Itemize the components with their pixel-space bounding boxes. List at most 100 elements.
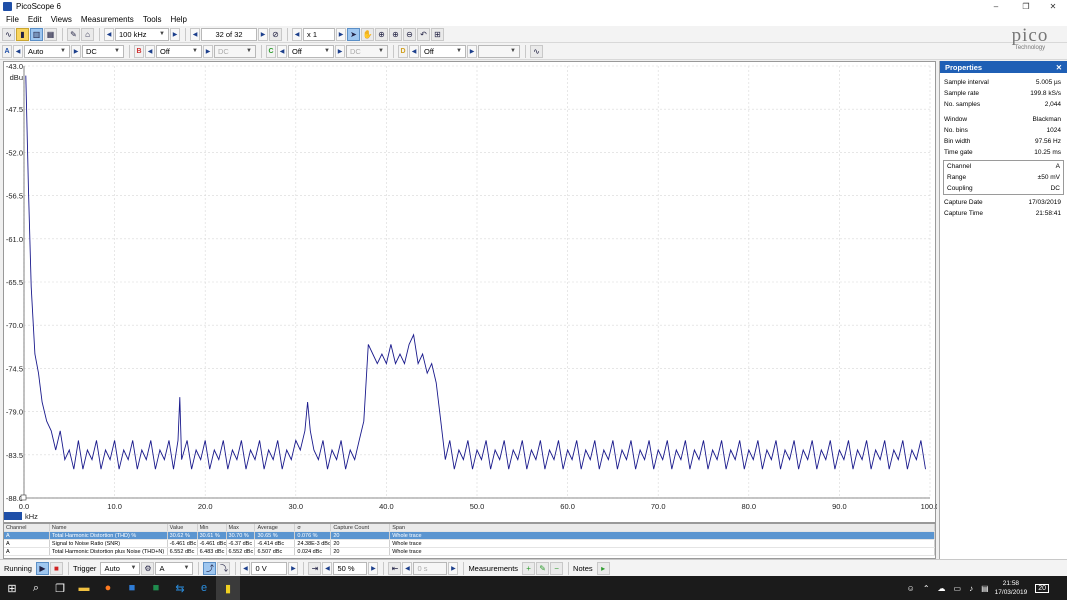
windows-start-icon[interactable]: ⊞ xyxy=(0,576,24,600)
column-header[interactable]: Span xyxy=(390,524,935,531)
column-header[interactable]: Capture Count xyxy=(331,524,391,531)
trigger-level-input[interactable]: 0 V xyxy=(251,561,288,575)
close-properties-icon[interactable]: ✕ xyxy=(1056,63,1062,72)
people-icon[interactable]: ☺ xyxy=(907,584,915,593)
measurement-row[interactable]: A Signal to Noise Ratio (SNR) -6.461 dBc -6… xyxy=(4,540,935,548)
show-hidden-icons-icon[interactable]: ⌃ xyxy=(923,584,930,593)
channel-b-range-select[interactable]: Off ▼ xyxy=(156,44,202,58)
channel-a-range-prev[interactable]: ◀ xyxy=(13,44,23,58)
channel-d-range-select[interactable]: Off ▼ xyxy=(420,44,466,58)
pre-trigger-prev[interactable]: ◀ xyxy=(322,561,333,575)
delay-next[interactable]: ▶ xyxy=(448,561,459,575)
zoom-prev-button[interactable]: ◀ xyxy=(292,27,302,41)
pre-trigger-next[interactable]: ▶ xyxy=(368,561,379,575)
home-icon[interactable]: ⌂ xyxy=(81,27,94,41)
spectrum-chart[interactable]: 0.0 10.0 20.0 30.0 40.0 50.0 60.0 70.0 80.0 90.0 1… xyxy=(4,62,937,524)
buffer-navigator[interactable]: 32 of 32 xyxy=(201,27,257,41)
buffer-prev-button[interactable]: ◀ xyxy=(190,27,200,41)
minimize-button[interactable]: – xyxy=(981,0,1011,13)
scope-mode-icon[interactable]: ∿ xyxy=(2,27,15,41)
edit-measurement-icon[interactable]: ✎ xyxy=(536,561,550,575)
menu-tools[interactable]: Tools xyxy=(143,15,162,24)
undo-zoom-icon[interactable]: ↶ xyxy=(417,27,430,41)
delay-input[interactable]: 0 s xyxy=(413,561,448,575)
column-header[interactable]: σ xyxy=(295,524,332,531)
timebase-select[interactable]: 100 kHz ▼ xyxy=(115,27,169,41)
channel-d-range-next[interactable]: ▶ xyxy=(467,44,477,58)
menu-file[interactable]: File xyxy=(6,15,19,24)
zoom-in-region-icon[interactable]: ⊕ xyxy=(389,27,402,41)
restore-button[interactable]: ❐ xyxy=(1011,0,1041,13)
trigger-channel-select[interactable]: A ▼ xyxy=(155,561,194,575)
channel-c-coupling-select[interactable]: DC ▼ xyxy=(346,44,388,58)
firefox-icon[interactable]: ● xyxy=(96,576,120,600)
measurement-row[interactable]: A Total Harmonic Distortion (THD) % 30.62 … xyxy=(4,532,935,540)
task-view-icon[interactable]: ❐ xyxy=(48,576,72,600)
channel-b-coupling-select[interactable]: DC ▼ xyxy=(214,44,256,58)
probe-icon[interactable]: ✎ xyxy=(67,27,80,41)
battery-icon[interactable]: ▭ xyxy=(954,584,962,593)
pre-trigger-input[interactable]: 50 % xyxy=(333,561,368,575)
buffer-overview-icon[interactable]: ⊘ xyxy=(269,27,282,41)
column-header[interactable]: Name xyxy=(50,524,168,531)
spectrum-mode-icon[interactable]: ▥ xyxy=(30,27,43,41)
channel-c-tag[interactable]: C xyxy=(266,44,276,58)
menu-edit[interactable]: Edit xyxy=(28,15,42,24)
notifications-icon[interactable]: 20 xyxy=(1035,583,1049,593)
volume-icon[interactable]: ♪ xyxy=(969,584,973,593)
spectrum-view[interactable]: 0.0 10.0 20.0 30.0 40.0 50.0 60.0 70.0 80.0 90.0 1… xyxy=(3,61,937,524)
clock[interactable]: 21:58 17/03/2019 xyxy=(995,579,1028,597)
column-header[interactable]: Max xyxy=(227,524,256,531)
channel-a-range-next[interactable]: ▶ xyxy=(71,44,81,58)
start-button[interactable]: ▶ xyxy=(35,561,49,575)
rising-edge-icon[interactable]: ⤴ xyxy=(203,561,217,575)
timebase-next-button[interactable]: ▶ xyxy=(170,27,180,41)
channel-d-range-prev[interactable]: ◀ xyxy=(409,44,419,58)
column-header[interactable]: Value xyxy=(168,524,198,531)
menu-views[interactable]: Views xyxy=(51,15,72,24)
teamviewer-icon[interactable]: ⇆ xyxy=(168,576,192,600)
channel-b-range-prev[interactable]: ◀ xyxy=(145,44,155,58)
channel-b-range-next[interactable]: ▶ xyxy=(203,44,213,58)
zoom-next-button[interactable]: ▶ xyxy=(336,27,346,41)
hand-tool-icon[interactable]: ✋ xyxy=(361,27,374,41)
menu-help[interactable]: Help xyxy=(171,15,187,24)
trigger-settings-icon[interactable]: ⚙ xyxy=(141,561,155,575)
channel-a-tag[interactable]: A xyxy=(2,44,12,58)
math-channels-icon[interactable]: ∿ xyxy=(530,44,543,58)
notes-icon[interactable]: ▸ xyxy=(596,561,610,575)
add-measurement-icon[interactable]: + xyxy=(522,561,536,575)
pointer-tool-icon[interactable]: ➤ xyxy=(347,27,360,41)
excel-icon[interactable]: ■ xyxy=(144,576,168,600)
trigger-mode-select[interactable]: Auto ▼ xyxy=(100,561,141,575)
zoom-in-icon[interactable]: ⊕ xyxy=(375,27,388,41)
stop-button[interactable]: ■ xyxy=(49,561,63,575)
trigger-level-prev[interactable]: ◀ xyxy=(240,561,251,575)
channel-b-tag[interactable]: B xyxy=(134,44,144,58)
channel-a-range-select[interactable]: Auto ▼ xyxy=(24,44,70,58)
persistence-mode-icon[interactable]: ▮ xyxy=(16,27,29,41)
buffer-next-button[interactable]: ▶ xyxy=(258,27,268,41)
serial-decode-icon[interactable]: ▦ xyxy=(44,27,57,41)
timebase-prev-button[interactable]: ◀ xyxy=(104,27,114,41)
zoom-level[interactable]: x 1 xyxy=(303,27,335,41)
language-icon[interactable]: ▤ xyxy=(981,584,989,593)
network-icon[interactable]: ☁ xyxy=(938,584,946,593)
channel-c-range-select[interactable]: Off ▼ xyxy=(288,44,334,58)
delay-prev[interactable]: ◀ xyxy=(402,561,413,575)
picoscope-taskbar-icon[interactable]: ▮ xyxy=(216,576,240,600)
column-header[interactable]: Min xyxy=(198,524,227,531)
file-explorer-icon[interactable]: ▬ xyxy=(72,576,96,600)
search-icon[interactable]: ⌕ xyxy=(24,576,48,600)
outlook-icon[interactable]: ■ xyxy=(120,576,144,600)
delete-measurement-icon[interactable]: − xyxy=(550,561,564,575)
trigger-level-next[interactable]: ▶ xyxy=(288,561,299,575)
channel-c-range-next[interactable]: ▶ xyxy=(335,44,345,58)
zoom-out-icon[interactable]: ⊖ xyxy=(403,27,416,41)
close-button[interactable]: ✕ xyxy=(1038,0,1067,13)
column-header[interactable]: Average xyxy=(255,524,296,531)
menu-measurements[interactable]: Measurements xyxy=(81,15,134,24)
channel-a-coupling-select[interactable]: DC ▼ xyxy=(82,44,124,58)
zoom-to-fit-icon[interactable]: ⊞ xyxy=(431,27,444,41)
channel-d-tag[interactable]: D xyxy=(398,44,408,58)
